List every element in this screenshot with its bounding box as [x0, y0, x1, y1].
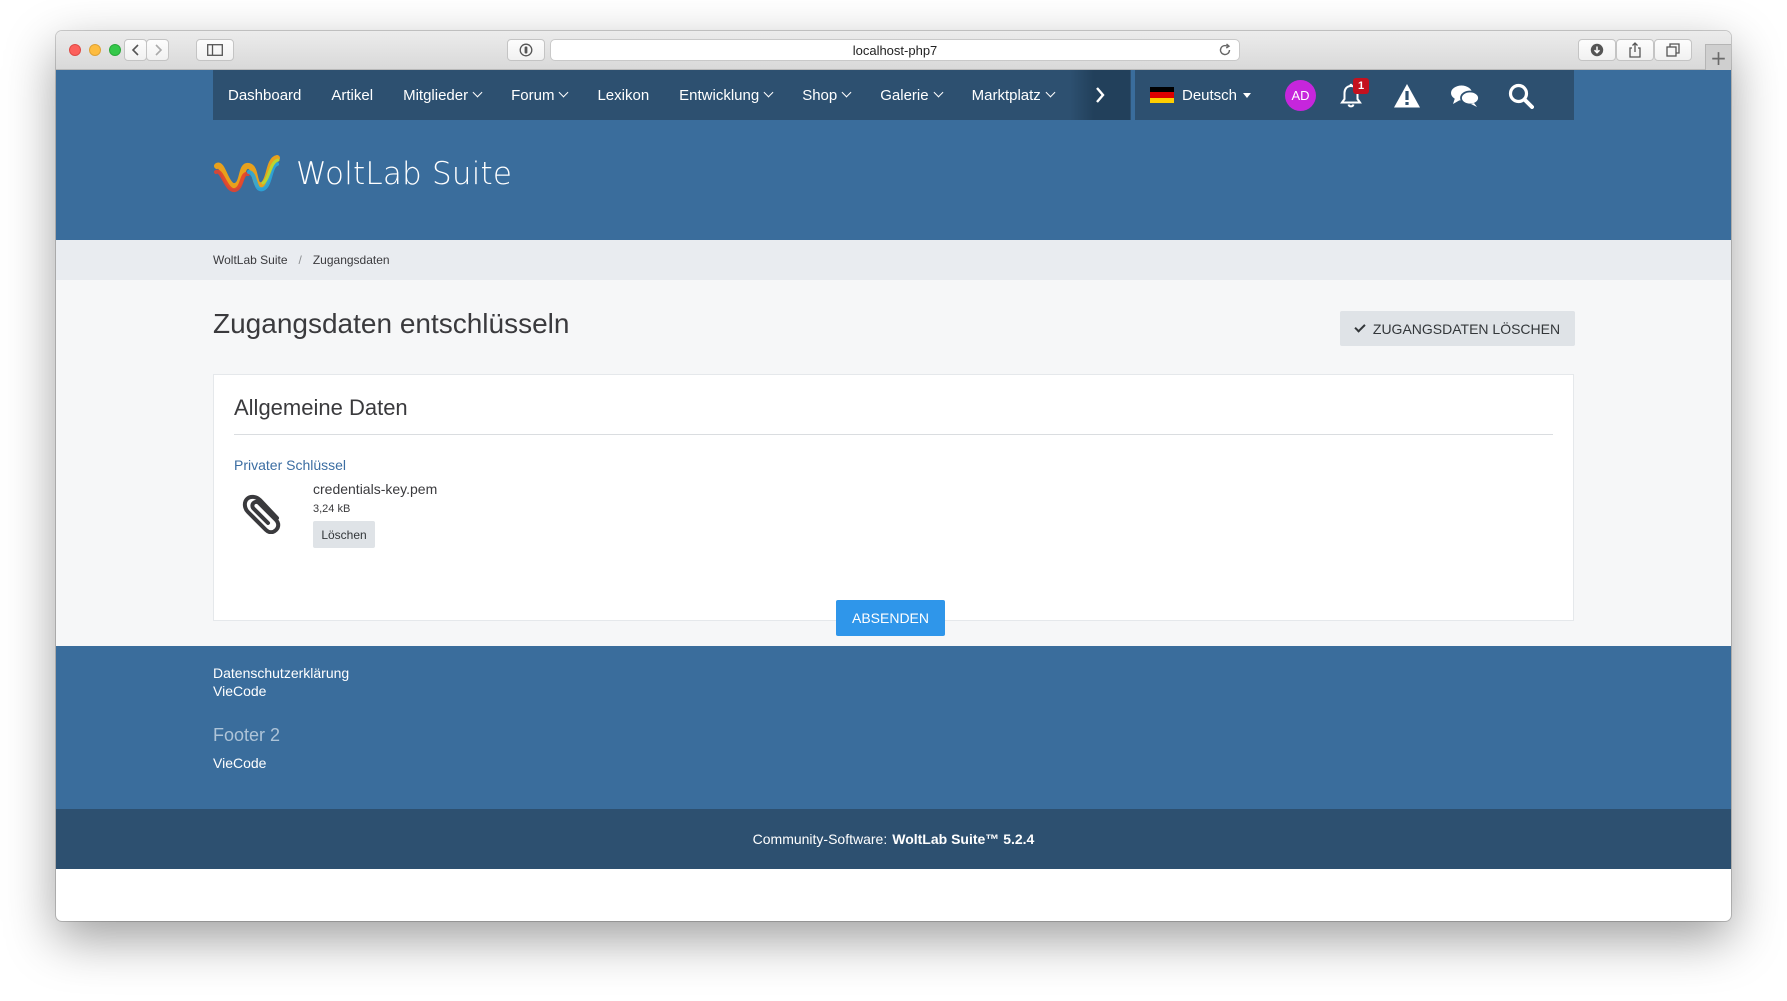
conversations-button[interactable] — [1449, 80, 1481, 112]
site-name: WoltLab Suite — [296, 156, 513, 192]
menu-item-forum[interactable]: Forum — [496, 70, 582, 120]
top-navigation: Dashboard Artikel Mitglieder Forum Lexikon En… — [56, 70, 1731, 120]
menu-item-mitglieder[interactable]: Mitglieder — [388, 70, 496, 120]
breadcrumb-item[interactable]: WoltLab Suite — [213, 253, 288, 267]
menu-item-label: Entwicklung — [679, 86, 760, 104]
minimize-window-button[interactable] — [89, 44, 101, 56]
section-divider — [234, 434, 1553, 435]
private-key-label: Privater Schlüssel — [234, 457, 347, 473]
browser-window: localhost-php7 + Dashboard Artikel Mitglie… — [56, 31, 1731, 921]
search-button[interactable] — [1505, 80, 1537, 112]
breadcrumb-bar: WoltLab Suite / Zugangsdaten — [56, 240, 1731, 280]
language-label: Deutsch — [1182, 86, 1238, 104]
menu-item-galerie[interactable]: Galerie — [865, 70, 956, 120]
menu-item-label: Marktplatz — [971, 86, 1041, 104]
caret-down-icon — [1243, 92, 1252, 98]
chevron-down-icon — [841, 87, 852, 97]
menu-item-shop[interactable]: Shop — [787, 70, 865, 120]
tabs-icon — [1666, 43, 1680, 57]
sidebar-icon — [207, 44, 223, 56]
german-flag-icon — [1150, 87, 1174, 103]
forward-button[interactable] — [146, 39, 169, 61]
notification-badge: 1 — [1353, 78, 1369, 94]
chevron-down-icon — [763, 87, 774, 97]
downloads-button[interactable] — [1578, 39, 1616, 61]
menu-item-marktplatz[interactable]: Marktplatz — [957, 70, 1069, 120]
footer-heading: Footer 2 — [213, 725, 281, 745]
submit-button[interactable]: ABSENDEN — [836, 600, 945, 636]
menu-item-entwicklung[interactable]: Entwicklung — [664, 70, 787, 120]
address-bar[interactable]: localhost-php7 — [550, 39, 1240, 61]
file-size: 3,24 kB — [313, 503, 351, 515]
delete-credentials-button[interactable]: ZUGANGSDATEN LÖSCHEN — [1340, 311, 1575, 346]
delete-file-button[interactable]: Löschen — [313, 521, 375, 548]
browser-toolbar: localhost-php7 + — [56, 31, 1731, 70]
check-icon — [1354, 320, 1366, 333]
menu-item-label: Lexikon — [597, 86, 650, 104]
comments-icon — [1451, 85, 1480, 107]
breadcrumb: WoltLab Suite / Zugangsdaten — [213, 240, 390, 280]
woltlab-logo-icon — [214, 155, 280, 192]
zoom-window-button[interactable] — [109, 44, 121, 56]
menu-item-label: Artikel — [331, 86, 374, 104]
user-panel: Deutsch AD 1 — [1135, 70, 1574, 120]
page-title: Zugangsdaten entschlüsseln — [213, 308, 570, 339]
chevron-left-icon — [131, 44, 139, 56]
chevron-down-icon — [1045, 87, 1056, 97]
avatar[interactable]: AD — [1285, 80, 1316, 111]
close-window-button[interactable] — [69, 44, 81, 56]
footer-link-viecode[interactable]: VieCode — [213, 683, 266, 699]
warning-icon — [1394, 84, 1420, 108]
chevron-right-icon — [154, 44, 162, 56]
language-selector[interactable]: Deutsch — [1150, 70, 1252, 120]
back-button[interactable] — [124, 39, 147, 61]
chevron-down-icon — [472, 87, 483, 97]
menu-item-label: Shop — [802, 86, 838, 104]
menu-item-artikel[interactable]: Artikel — [316, 70, 388, 120]
menu-item-lexikon[interactable]: Lexikon — [582, 70, 664, 120]
share-button[interactable] — [1616, 39, 1654, 61]
reload-icon[interactable] — [1218, 43, 1232, 57]
sidebar-toggle-button[interactable] — [196, 39, 234, 61]
menu-item-label: Dashboard — [228, 86, 302, 104]
footer-link-privacy[interactable]: Datenschutzerklärung — [213, 665, 349, 681]
menu-item-label: Mitglieder — [403, 86, 469, 104]
search-icon — [1508, 83, 1534, 109]
url-text: localhost-php7 — [852, 42, 938, 58]
share-icon — [1629, 42, 1641, 58]
menu-item-dashboard[interactable]: Dashboard — [213, 70, 316, 120]
tabs-overview-button[interactable] — [1654, 39, 1692, 61]
delete-credentials-label: ZUGANGSDATEN LÖSCHEN — [1372, 320, 1561, 337]
chevron-right-icon — [1096, 87, 1105, 103]
section-title: Allgemeine Daten — [234, 395, 408, 420]
chevron-down-icon — [559, 87, 569, 97]
page-header: WoltLab Suite — [56, 120, 1731, 240]
new-tab-button[interactable]: + — [1705, 44, 1731, 70]
breadcrumb-item[interactable]: Zugangsdaten — [313, 253, 390, 267]
copyright-bar: Community-Software: WoltLab Suite™ 5.2.4 — [56, 809, 1731, 869]
notifications-button[interactable]: 1 — [1335, 78, 1369, 112]
paperclip-icon — [242, 494, 281, 534]
menu-item-label: Galerie — [880, 86, 929, 104]
breadcrumb-separator: / — [298, 253, 302, 267]
file-name: credentials-key.pem — [313, 481, 438, 497]
menu-item-label: Forum — [511, 86, 555, 104]
footer-link-viecode-2[interactable]: VieCode — [213, 755, 266, 771]
form-section: Allgemeine Daten Privater Schlüssel cred… — [213, 374, 1574, 636]
download-icon — [1590, 43, 1604, 57]
main-menu: Dashboard Artikel Mitglieder Forum Lexikon En… — [213, 70, 1131, 120]
privacy-report-button[interactable] — [507, 39, 545, 61]
chevron-down-icon — [933, 87, 944, 97]
copyright-product-link[interactable]: WoltLab Suite™ 5.2.4 — [892, 831, 1034, 847]
moderation-button[interactable] — [1391, 80, 1423, 112]
copyright-prefix: Community-Software: — [752, 831, 888, 847]
shield-icon — [519, 43, 533, 57]
site-logo[interactable]: WoltLab Suite — [213, 152, 512, 196]
page: Dashboard Artikel Mitglieder Forum Lexikon En… — [56, 70, 1731, 921]
menu-scroll-right-button[interactable] — [1070, 70, 1130, 120]
footer: Datenschutzerklärung VieCode Footer 2 Vi… — [56, 646, 1731, 809]
main-content: Zugangsdaten entschlüsseln ZUGANGSDATEN … — [56, 280, 1731, 646]
